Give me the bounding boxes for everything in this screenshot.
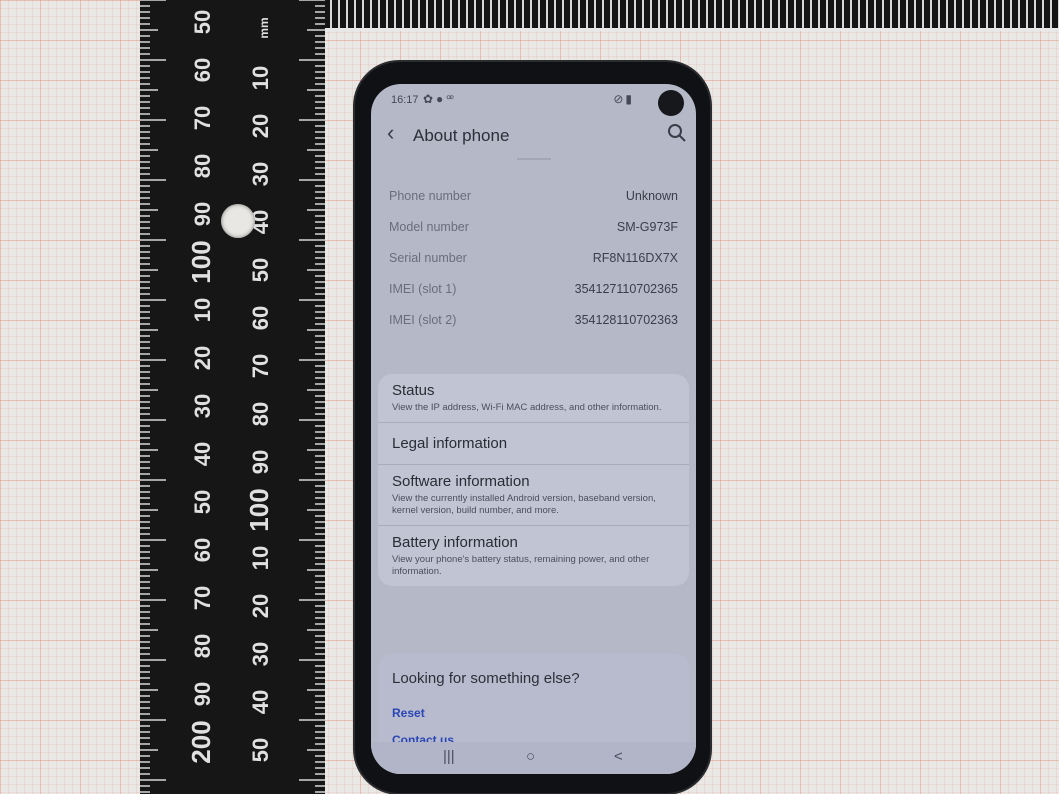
info-label: IMEI (slot 2) [389, 312, 457, 327]
device-info-list: Phone number Unknown Model number SM-G97… [371, 160, 696, 335]
ruler-label: 80 [190, 154, 215, 178]
info-row-phone-number: Phone number Unknown [371, 180, 696, 211]
ruler-label: 60 [190, 58, 215, 82]
ruler-label: 30 [248, 642, 273, 666]
info-row-model-number: Model number SM-G973F [371, 211, 696, 242]
ruler-label: 50 [190, 10, 215, 34]
ruler-label: 10 [248, 546, 273, 570]
top-ruler [300, 0, 1059, 31]
ruler-label: 70 [190, 586, 215, 610]
home-button[interactable]: ○ [526, 748, 535, 765]
search-icon[interactable] [666, 122, 688, 144]
info-label: IMEI (slot 1) [389, 281, 457, 296]
ruler-label: 40 [248, 690, 273, 714]
menu-desc: View your phone's battery status, remain… [392, 554, 650, 577]
menu-item-software-information[interactable]: Software information View the currently … [378, 465, 689, 526]
ruler-label: 70 [248, 354, 273, 378]
status-bar: 16:17 ✿●ꟹ ⊘▮ [371, 84, 696, 114]
ruler-label: 50 [248, 738, 273, 762]
menu-desc: View the IP address, Wi-Fi MAC address, … [392, 402, 662, 413]
navigation-bar: ||| ○ < [371, 742, 696, 774]
back-button[interactable]: ‹ [387, 120, 394, 146]
ruler-label: 200 [186, 720, 216, 763]
ruler-label: 100 [244, 488, 274, 531]
looking-title: Looking for something else? [392, 670, 580, 687]
menu-item-status[interactable]: Status View the IP address, Wi-Fi MAC ad… [378, 374, 689, 423]
ruler-label: 90 [248, 450, 273, 474]
menu-title: Software information [392, 473, 530, 490]
info-row-imei-1: IMEI (slot 1) 354127110702365 [371, 273, 696, 304]
info-label: Model number [389, 219, 469, 234]
ruler-unit: mm [257, 17, 271, 38]
ruler-label: 30 [248, 162, 273, 186]
notification-icons: ✿●ꟹ [423, 92, 458, 106]
ruler-label: 70 [190, 106, 215, 130]
reset-link[interactable]: Reset [392, 706, 425, 720]
info-label: Phone number [389, 188, 472, 203]
info-value: SM-G973F [616, 219, 678, 234]
settings-card: Status View the IP address, Wi-Fi MAC ad… [378, 374, 689, 586]
app-bar: ‹ About phone [371, 114, 696, 154]
menu-title: Status [392, 382, 435, 399]
vertical-ruler: 50 60 70 80 90 100 10 20 30 40 50 60 70 80 90 200 10 20 30… [140, 0, 325, 794]
ruler-label: 80 [190, 634, 215, 658]
ruler-label: 60 [190, 538, 215, 562]
menu-title: Battery information [392, 534, 518, 551]
ruler-label: 20 [190, 346, 215, 370]
recents-button[interactable]: ||| [443, 748, 455, 765]
page-title: About phone [413, 126, 510, 145]
ruler-label: 40 [190, 442, 215, 466]
ruler-label: 100 [186, 240, 216, 283]
back-nav-button[interactable]: < [614, 748, 623, 765]
menu-item-legal-information[interactable]: Legal information [378, 423, 689, 465]
info-value: RF8N116DX7X [592, 250, 678, 265]
ruler-label: 80 [248, 402, 273, 426]
ruler-label: 50 [248, 258, 273, 282]
ruler-label: 60 [248, 306, 273, 330]
ruler-label: 30 [190, 394, 215, 418]
ruler-label: 90 [190, 202, 215, 226]
ruler-hole [221, 204, 255, 238]
info-label: Serial number [389, 250, 467, 265]
info-row-imei-2: IMEI (slot 2) 354128110702363 [371, 304, 696, 335]
ruler-label: 20 [248, 114, 273, 138]
ruler-label: 20 [248, 594, 273, 618]
menu-desc: View the currently installed Android ver… [392, 493, 656, 516]
menu-title: Legal information [392, 435, 508, 452]
info-value: Unknown [625, 188, 678, 203]
info-row-serial-number: Serial number RF8N116DX7X [371, 242, 696, 273]
ruler-label: 50 [190, 490, 215, 514]
phone: 16:17 ✿●ꟹ ⊘▮ ‹ About phone Phone number … [355, 62, 710, 793]
ruler-label: 10 [190, 298, 215, 322]
info-value: 354128110702363 [574, 312, 678, 327]
status-time: 16:17 [391, 94, 419, 106]
menu-item-battery-information[interactable]: Battery information View your phone's ba… [378, 526, 689, 586]
system-status-icons: ⊘▮ [613, 92, 634, 106]
info-value: 354127110702365 [574, 281, 678, 296]
ruler-label: 90 [190, 682, 215, 706]
ruler-label: 10 [248, 66, 273, 90]
phone-screen: 16:17 ✿●ꟹ ⊘▮ ‹ About phone Phone number … [371, 84, 696, 774]
